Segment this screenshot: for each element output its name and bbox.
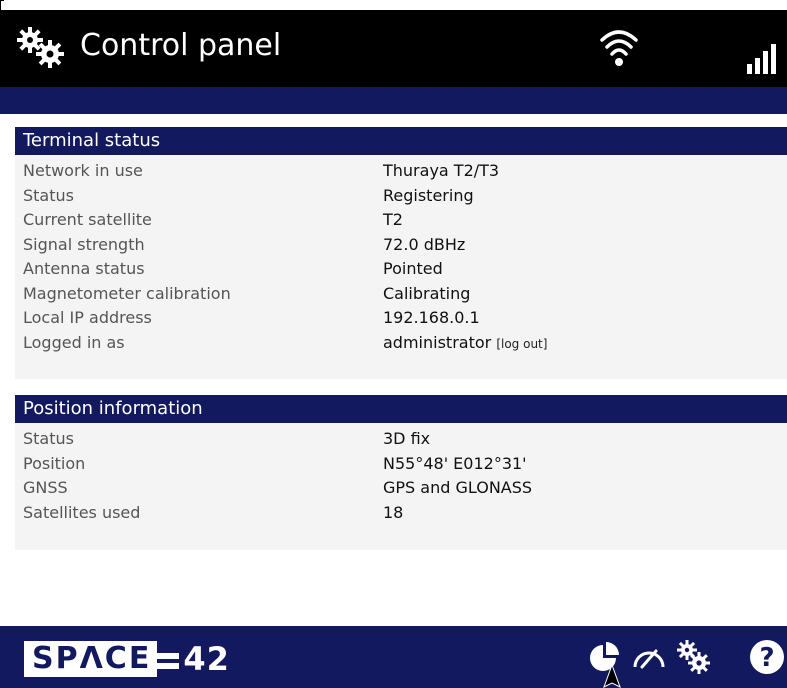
status-row: Status Registering — [15, 184, 787, 209]
position-row: Satellites used 18 — [15, 501, 787, 526]
settings-gears-icon[interactable] — [676, 639, 710, 675]
space42-logo: SPΛCE 42 — [24, 641, 230, 677]
wifi-icon — [600, 30, 638, 66]
logo-text: SPΛCE — [24, 641, 158, 677]
signal-icon — [747, 44, 776, 74]
corner-mark — [0, 0, 4, 10]
status-row: Signal strength 72.0 dBHz — [15, 233, 787, 258]
row-label: Antenna status — [23, 259, 145, 278]
footer-bar: SPΛCE 42 ? — [0, 626, 787, 688]
gears-icon — [17, 27, 64, 68]
svg-text:?: ? — [759, 643, 774, 673]
row-value: Pointed — [383, 259, 443, 278]
header-bar: Control panel — [0, 10, 787, 87]
row-value: 3D fix — [383, 429, 431, 448]
row-value: GPS and GLONASS — [383, 478, 533, 497]
row-value: 192.168.0.1 — [383, 308, 480, 327]
position-row: Position N55°48' E012°31' — [15, 452, 787, 477]
row-label: Satellites used — [23, 502, 141, 522]
status-row: Magnetometer calibration Calibrating — [15, 282, 787, 307]
speedometer-icon[interactable] — [632, 639, 666, 675]
row-value: Calibrating — [383, 283, 471, 303]
position-information-panel: Position information Status 3D fix Posit… — [15, 395, 787, 550]
logo-number: 42 — [183, 640, 230, 678]
row-value: administrator [log out] — [383, 331, 547, 356]
help-icon[interactable]: ? — [748, 639, 787, 675]
row-label: Magnetometer calibration — [23, 283, 231, 303]
status-row: Current satellite T2 — [15, 208, 787, 233]
row-label: Signal strength — [23, 234, 145, 254]
position-row: Status 3D fix — [15, 427, 787, 452]
logo-bars — [157, 641, 183, 677]
row-label: Current satellite — [23, 210, 152, 229]
status-row: Network in use Thuraya T2/T3 — [15, 159, 787, 184]
row-label: Logged in as — [23, 332, 125, 352]
row-value: 18 — [383, 502, 404, 522]
row-label: Local IP address — [23, 308, 152, 327]
position-row: GNSS GPS and GLONASS — [15, 476, 787, 501]
row-value: Registering — [383, 185, 474, 205]
row-value: Thuraya T2/T3 — [383, 161, 500, 180]
row-label: Status — [23, 429, 74, 448]
status-row: Antenna status Pointed — [15, 257, 787, 282]
row-value: 72.0 dBHz — [383, 234, 466, 254]
row-value: T2 — [383, 210, 403, 229]
page-title: Control panel — [80, 28, 282, 63]
navigation-bar — [0, 87, 787, 114]
row-label: Status — [23, 185, 74, 205]
mouse-cursor-icon — [603, 664, 621, 688]
terminal-status-panel: Terminal status Network in use Thuraya T… — [15, 127, 787, 379]
terminal-status-header: Terminal status — [15, 127, 787, 155]
status-row: Local IP address 192.168.0.1 — [15, 306, 787, 331]
row-label: GNSS — [23, 478, 68, 497]
status-row: Logged in as administrator [log out] — [15, 331, 787, 356]
row-value: N55°48' E012°31' — [383, 453, 527, 473]
logged-in-user: administrator — [383, 332, 492, 352]
row-label: Position — [23, 453, 86, 473]
row-label: Network in use — [23, 161, 143, 180]
position-information-header: Position information — [15, 395, 787, 423]
log-out-link[interactable]: [log out] — [496, 337, 547, 351]
